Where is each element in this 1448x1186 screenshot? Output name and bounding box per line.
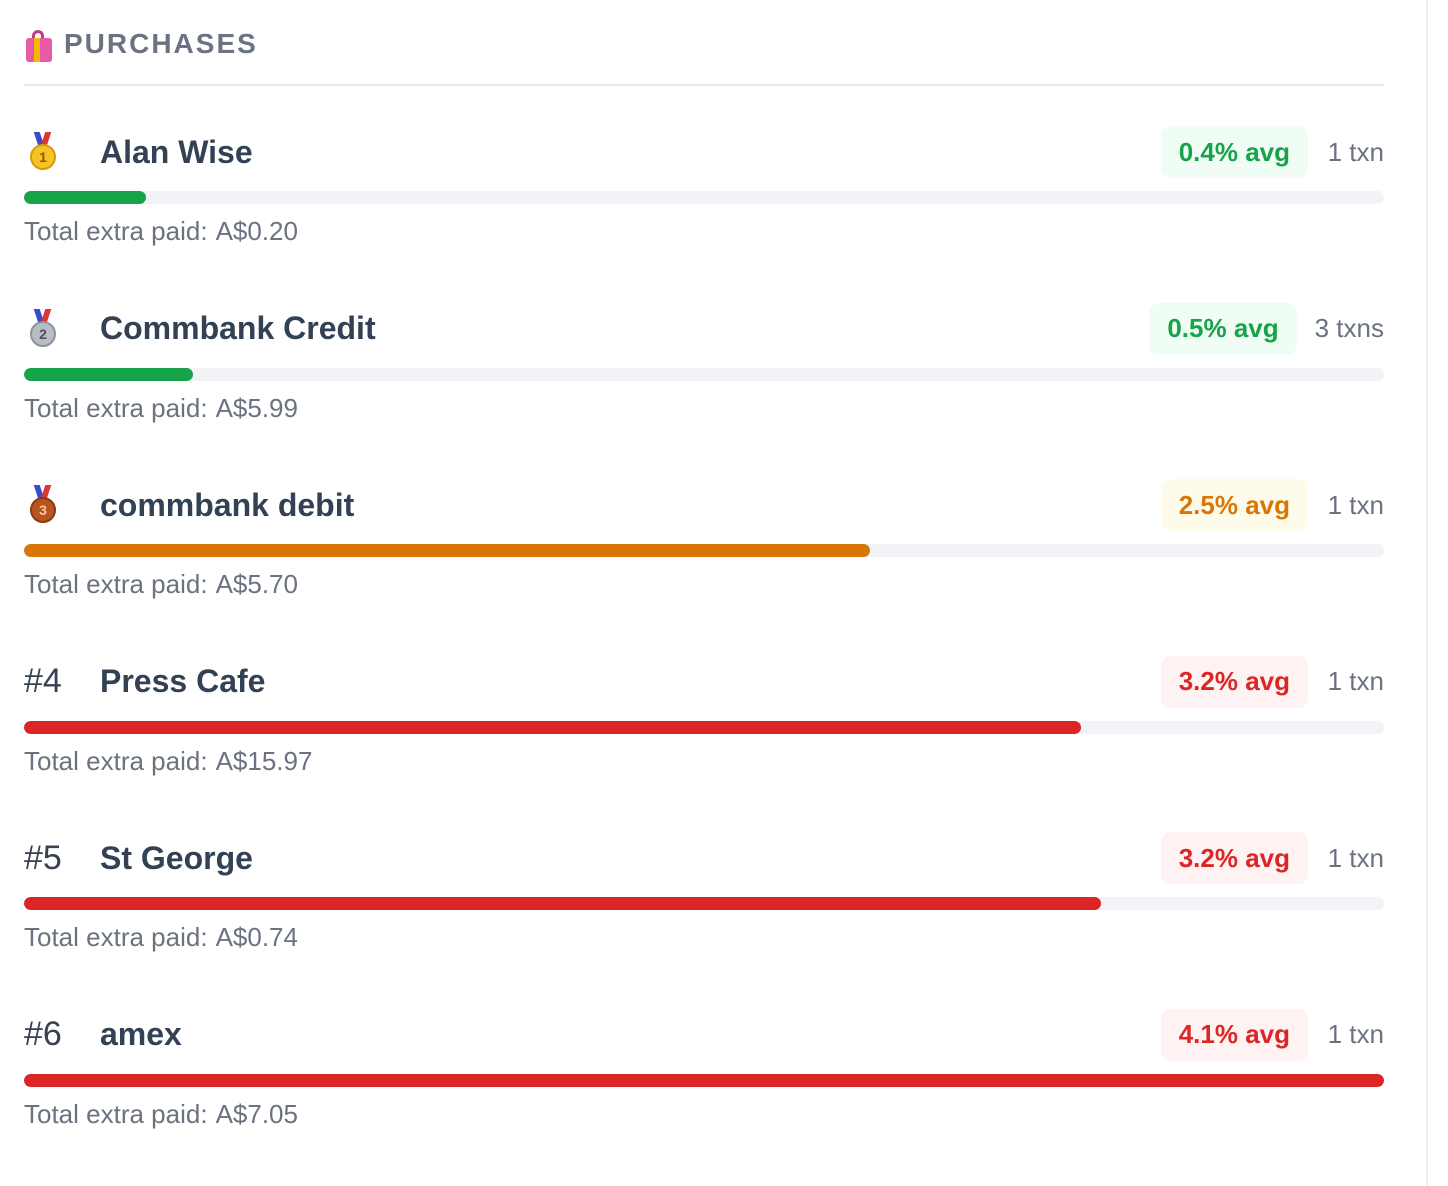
progress-fill	[24, 191, 147, 204]
txn-count: 3 txns	[1314, 313, 1384, 343]
avg-badge: 3.2% avg	[1160, 655, 1308, 708]
progress-track	[24, 544, 1384, 557]
ranking-row[interactable]: #4 Press Cafe 3.2% avg 1 txn Total extra…	[24, 652, 1384, 829]
silver-medal-icon: 2	[26, 308, 60, 349]
total-value: A$5.99	[215, 392, 298, 423]
merchant-name: Press Cafe	[100, 663, 266, 699]
total-label: Total extra paid:	[24, 922, 208, 952]
progress-track	[24, 367, 1384, 381]
ranking-row[interactable]: #6 amex 4.1% avg 1 txn Total extra paid:…	[24, 1005, 1384, 1182]
merchant-name: St George	[100, 839, 253, 876]
rank-label: #4	[24, 662, 62, 700]
total-value: A$0.20	[215, 216, 298, 246]
total-label: Total extra paid:	[24, 1098, 208, 1129]
total-value: A$5.70	[215, 569, 298, 599]
merchant-name: Alan Wise	[100, 133, 253, 170]
progress-fill	[24, 1073, 1384, 1087]
avg-badge: 0.5% avg	[1149, 302, 1297, 355]
section-title: PURCHASES	[64, 28, 258, 59]
rank-label: 2	[24, 308, 100, 349]
progress-fill	[24, 367, 193, 381]
total-value: A$0.74	[215, 922, 298, 952]
total-value: A$15.97	[215, 745, 313, 776]
avg-badge: 3.2% avg	[1160, 832, 1308, 884]
total-extra-paid: Total extra paid: A$0.20	[24, 216, 298, 247]
total-label: Total extra paid:	[24, 745, 208, 776]
total-value: A$7.05	[215, 1098, 298, 1129]
total-extra-paid: Total extra paid: A$15.97	[24, 746, 312, 777]
ranking-list: 1 Alan Wise 0.4% avg 1 txn Total extra p…	[24, 122, 1384, 1181]
txn-count: 1 txn	[1327, 666, 1384, 696]
progress-track	[24, 191, 1384, 204]
ranking-row[interactable]: 2 Commbank Credit 0.5% avg 3 txns Total …	[24, 299, 1384, 476]
progress-fill	[24, 720, 1081, 734]
rank-label: #5	[24, 838, 62, 877]
avg-badge: 4.1% avg	[1160, 1008, 1308, 1061]
total-label: Total extra paid:	[24, 216, 208, 246]
progress-fill	[24, 544, 870, 557]
txn-count: 1 txn	[1327, 842, 1384, 873]
progress-fill	[24, 897, 1102, 910]
medal-number: 1	[30, 144, 56, 170]
progress-track	[24, 1073, 1384, 1087]
rank-label: 1	[24, 132, 100, 172]
ranking-row[interactable]: 1 Alan Wise 0.4% avg 1 txn Total extra p…	[24, 122, 1384, 299]
bronze-medal-icon: 3	[26, 485, 60, 525]
progress-track	[24, 897, 1384, 910]
section-header: PURCHASES	[24, 22, 1384, 86]
gold-medal-icon: 1	[26, 132, 60, 172]
panel-divider	[1426, 0, 1428, 1186]
txn-count: 1 txn	[1327, 1019, 1384, 1049]
merchant-name: Commbank Credit	[100, 310, 376, 346]
ranking-row[interactable]: 3 commbank debit 2.5% avg 1 txn Total ex…	[24, 475, 1384, 652]
avg-badge: 0.4% avg	[1160, 126, 1308, 178]
total-label: Total extra paid:	[24, 569, 208, 599]
merchant-name: amex	[100, 1016, 182, 1052]
txn-count: 1 txn	[1327, 136, 1384, 167]
ranking-row[interactable]: #5 St George 3.2% avg 1 txn Total extra …	[24, 828, 1384, 1005]
txn-count: 1 txn	[1327, 489, 1384, 520]
total-extra-paid: Total extra paid: A$0.74	[24, 922, 298, 953]
medal-number: 3	[30, 497, 56, 523]
progress-track	[24, 720, 1384, 734]
purchases-panel: PURCHASES 1 Alan Wise 0.4% avg 1 txn Tot…	[0, 0, 1426, 1186]
total-extra-paid: Total extra paid: A$5.99	[24, 393, 298, 424]
merchant-name: commbank debit	[100, 486, 355, 523]
total-label: Total extra paid:	[24, 392, 208, 423]
total-extra-paid: Total extra paid: A$7.05	[24, 1099, 298, 1130]
total-extra-paid: Total extra paid: A$5.70	[24, 569, 298, 600]
rank-label: 3	[24, 485, 100, 525]
avg-badge: 2.5% avg	[1160, 479, 1308, 531]
medal-number: 2	[30, 320, 56, 347]
shopping-bags-icon	[24, 28, 54, 64]
rank-label: #6	[24, 1015, 62, 1053]
